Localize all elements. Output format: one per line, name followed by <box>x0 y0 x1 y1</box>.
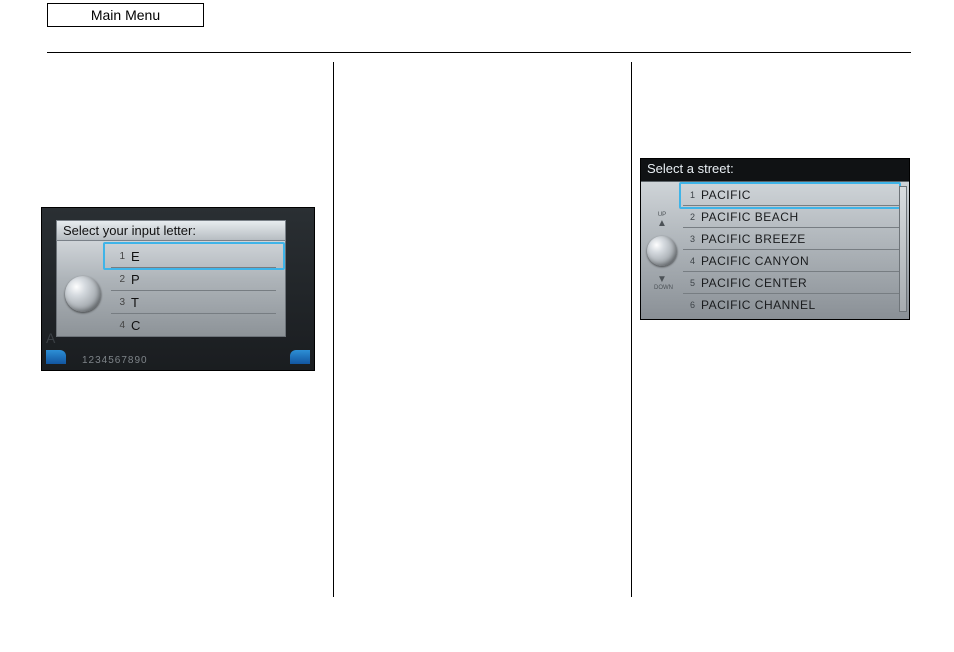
row-value: PACIFIC BREEZE <box>701 232 806 246</box>
letter-list: 1 E 2 P 3 T 4 C <box>111 245 276 336</box>
letter-row[interactable]: 2 P <box>111 268 276 291</box>
row-value: PACIFIC <box>701 188 751 202</box>
header-divider <box>47 52 911 53</box>
column-divider-1 <box>333 62 334 597</box>
select-street-screenshot: Select a street: UP▲ ▼DOWN 1 PACIFIC 2 P… <box>641 159 909 319</box>
scroll-up-label: UP <box>654 212 670 218</box>
row-index: 1 <box>683 190 695 200</box>
row-value: C <box>129 318 140 333</box>
number-strip: 1234567890 <box>82 355 148 366</box>
row-value: PACIFIC CHANNEL <box>701 298 816 312</box>
row-value: PACIFIC CENTER <box>701 276 807 290</box>
street-row[interactable]: 4 PACIFIC CANYON <box>683 250 899 272</box>
street-row[interactable]: 3 PACIFIC BREEZE <box>683 228 899 250</box>
main-menu-tab[interactable]: Main Menu <box>47 3 204 27</box>
keyboard-overlay-letter: A <box>46 330 55 346</box>
row-index: 6 <box>683 300 695 310</box>
main-menu-tab-label: Main Menu <box>91 7 160 23</box>
letter-row[interactable]: 4 C <box>111 314 276 336</box>
letter-row[interactable]: 3 T <box>111 291 276 314</box>
scroll-down-label: DOWN <box>654 285 670 291</box>
scroll-down-icon[interactable]: ▼DOWN <box>654 274 670 291</box>
street-row[interactable]: 6 PACIFIC CHANNEL <box>683 294 899 315</box>
rotary-knob-icon <box>647 236 677 266</box>
row-value: P <box>129 272 140 287</box>
row-index: 3 <box>683 234 695 244</box>
input-letter-screenshot: A 1234567890 Select your input letter: 1… <box>42 208 314 370</box>
row-value: PACIFIC CANYON <box>701 254 809 268</box>
letter-row[interactable]: 1 E <box>111 245 276 268</box>
row-index: 3 <box>111 297 125 308</box>
street-list: 1 PACIFIC 2 PACIFIC BEACH 3 PACIFIC BREE… <box>683 184 899 315</box>
input-letter-title: Select your input letter: <box>56 220 286 241</box>
scroll-up-icon[interactable]: UP▲ <box>654 212 670 229</box>
street-row[interactable]: 1 PACIFIC <box>683 184 899 206</box>
column-divider-2 <box>631 62 632 597</box>
row-value: PACIFIC BEACH <box>701 210 799 224</box>
row-index: 5 <box>683 278 695 288</box>
row-index: 2 <box>111 274 125 285</box>
row-value: T <box>129 295 139 310</box>
scrollbar[interactable] <box>899 186 907 312</box>
select-street-title: Select a street: <box>641 159 909 181</box>
footer-button-left <box>46 350 66 364</box>
row-index: 4 <box>111 320 125 331</box>
input-letter-popup: Select your input letter: 1 E 2 P <box>56 220 286 340</box>
street-row[interactable]: 5 PACIFIC CENTER <box>683 272 899 294</box>
row-value: E <box>129 249 140 264</box>
row-index: 1 <box>111 251 125 262</box>
row-index: 4 <box>683 256 695 266</box>
street-row[interactable]: 2 PACIFIC BEACH <box>683 206 899 228</box>
row-index: 2 <box>683 212 695 222</box>
footer-button-right <box>290 350 310 364</box>
rotary-knob-icon <box>65 276 101 312</box>
